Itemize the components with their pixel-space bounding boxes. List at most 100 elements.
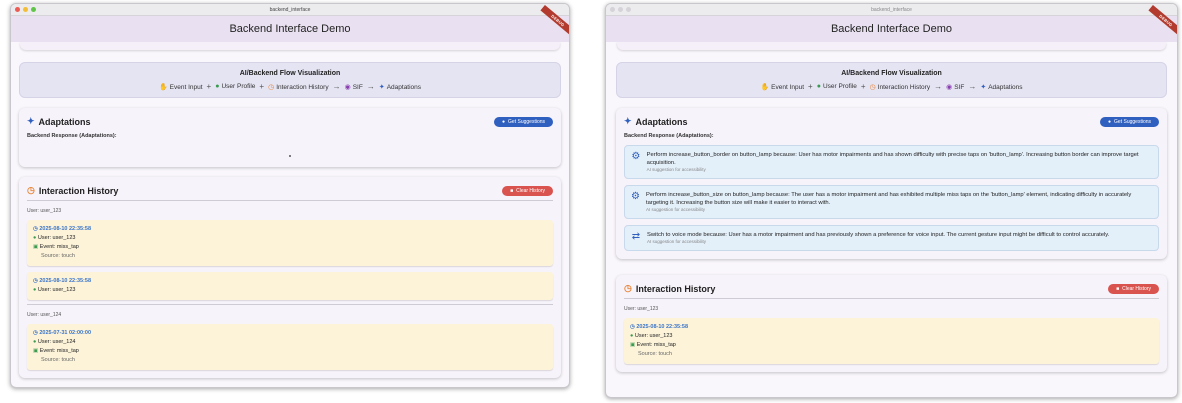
backend-response-label: Backend Response (Adaptations): <box>624 133 714 139</box>
flow-step: Interaction History <box>877 83 931 91</box>
adaptations-card: ✦ Adaptations ● Get Suggestions Backend Re… <box>19 108 561 167</box>
trash-icon: ■ <box>1116 285 1120 292</box>
person-icon: ● <box>215 83 220 90</box>
minimize-window-icon[interactable] <box>618 7 623 12</box>
suggestion-item[interactable]: ⚙ Perform increase_button_size on button… <box>624 185 1159 219</box>
close-window-icon[interactable] <box>610 7 615 12</box>
window-title: backend_interface <box>269 7 311 13</box>
card-edge <box>617 42 1166 50</box>
event-input-icon: ✋ <box>760 83 770 91</box>
flow-step: User Profile <box>822 83 857 90</box>
window-titlebar: backend_interface <box>606 4 1177 16</box>
event-icon: ▣ <box>33 244 40 250</box>
maximize-window-icon[interactable] <box>31 7 36 12</box>
user-group-label: User: user_124 <box>27 312 62 318</box>
clear-history-button[interactable]: ■ Clear History <box>502 185 553 196</box>
plus-icon: + <box>808 82 813 91</box>
event-source: Source: touch <box>41 253 75 259</box>
event-timestamp: 2025-08-10 22:35:58 <box>39 226 92 232</box>
sparkle-icon: ✦ <box>27 116 35 126</box>
adaptations-title: Adaptations <box>38 116 91 127</box>
event-icon: ▣ <box>630 342 637 348</box>
history-title: Interaction History <box>38 185 119 196</box>
lightbulb-icon: ● <box>502 118 506 125</box>
get-suggestions-button[interactable]: ● Get Suggestions <box>1100 116 1159 127</box>
robot-icon: ◉ <box>946 83 953 91</box>
event-input-icon: ✋ <box>158 83 168 91</box>
flow-step: Interaction History <box>276 83 329 91</box>
flow-title: AI/Backend Flow Visualization <box>239 70 341 77</box>
app-bar: Backend Interface Demo DEBUG <box>11 4 569 42</box>
robot-icon: ◉ <box>344 83 351 91</box>
plus-icon: + <box>860 82 866 91</box>
scroll-content[interactable]: AI/Backend Flow Visualization ✋ Event Inp… <box>606 42 1177 397</box>
history-card: ◷ Interaction History ■ Clear History User… <box>616 275 1167 372</box>
divider <box>27 304 553 305</box>
swap-icon: ⇄ <box>631 231 641 242</box>
maximize-window-icon[interactable] <box>626 7 631 12</box>
flow-visualization: AI/Backend Flow Visualization ✋ Event Inp… <box>616 62 1167 98</box>
history-event[interactable]: ◷ 2025-07-31 02:00:00 ● User: user_124 ▣… <box>27 324 553 370</box>
plus-icon: + <box>206 82 212 91</box>
flow-steps: ✋ Event Input + ● User Profile + ◷ Interact… <box>621 82 1162 91</box>
arrow-right-icon: → <box>366 82 375 91</box>
sparkle-icon: ✦ <box>980 83 987 91</box>
minimize-window-icon[interactable] <box>23 7 28 12</box>
get-suggestions-button[interactable]: ● Get Suggestions <box>494 116 553 127</box>
history-icon: ◷ <box>624 283 632 293</box>
trash-icon: ■ <box>510 187 514 194</box>
event-user: User: user_123 <box>37 235 76 241</box>
gear-icon: ⚙ <box>631 151 641 162</box>
clear-history-button[interactable]: ■ Clear History <box>1108 283 1159 294</box>
flow-step: User Profile <box>221 83 256 90</box>
suggestion-item[interactable]: ⇄ Switch to voice mode because: User has… <box>624 225 1159 251</box>
app-window-right: backend_interface Backend Interface Demo… <box>605 3 1178 398</box>
flow-step: SIF <box>954 83 965 91</box>
event-timestamp: 2025-08-10 22:35:58 <box>39 278 92 284</box>
card-edge <box>20 42 560 50</box>
event-user: User: user_123 <box>634 333 673 339</box>
scroll-content[interactable]: AI/Backend Flow Visualization ✋ Event Inp… <box>11 42 569 387</box>
history-event[interactable]: ◷ 2025-08-10 22:35:58 ● User: user_123 ▣… <box>27 220 553 266</box>
suggestion-hint: AI suggestion for accessibility <box>646 167 706 172</box>
suggestion-text: Perform increase_button_size on button_l… <box>645 192 1132 206</box>
flow-step: SIF <box>352 83 363 91</box>
history-event[interactable]: ◷ 2025-08-10 22:35:58 ● User: user_123 <box>27 272 553 300</box>
flow-step: Adaptations <box>386 83 422 91</box>
divider <box>624 298 1159 299</box>
suggestion-text: Switch to voice mode because: User has a… <box>647 232 1110 238</box>
suggestion-item[interactable]: ⚙ Perform increase_button_border on butt… <box>624 145 1159 179</box>
history-event[interactable]: ◷ 2025-08-10 22:35:58 ● User: user_123 ▣… <box>624 318 1159 364</box>
suggestion-text: Perform increase_button_border on button… <box>646 152 1139 166</box>
adaptations-card: ✦ Adaptations ● Get Suggestions Backend Re… <box>616 108 1167 259</box>
person-icon: ● <box>816 83 821 90</box>
app-title: Backend Interface Demo <box>229 23 351 35</box>
arrow-right-icon: → <box>332 82 341 91</box>
user-group-label: User: user_123 <box>27 208 62 214</box>
event-type: Event: miss_tap <box>636 342 676 348</box>
history-icon: ◷ <box>869 83 876 91</box>
flow-visualization: AI/Backend Flow Visualization ✋ Event Inp… <box>19 62 561 98</box>
event-icon: ▣ <box>33 348 40 354</box>
flow-step: Event Input <box>771 83 805 91</box>
event-type: Event: miss_tap <box>39 348 79 354</box>
app-title: Backend Interface Demo <box>830 23 953 35</box>
lightbulb-icon: ● <box>1108 118 1112 125</box>
gear-icon: ⚙ <box>631 191 640 202</box>
history-icon: ◷ <box>27 185 35 195</box>
event-user: User: user_124 <box>37 339 76 345</box>
close-window-icon[interactable] <box>15 7 20 12</box>
suggestion-hint: AI suggestion for accessibility <box>647 239 707 244</box>
backend-response-label: Backend Response (Adaptations): <box>27 133 117 139</box>
event-timestamp: 2025-08-10 22:35:58 <box>636 324 689 330</box>
suggestion-hint: AI suggestion for accessibility <box>645 207 705 212</box>
plus-icon: + <box>259 82 265 91</box>
flow-title: AI/Backend Flow Visualization <box>841 70 942 77</box>
arrow-right-icon: → <box>934 82 943 91</box>
history-title: Interaction History <box>635 283 716 294</box>
flow-steps: ✋ Event Input + ● User Profile + ◷ Interact… <box>24 82 556 91</box>
adaptations-title: Adaptations <box>635 116 688 127</box>
flow-step: Event Input <box>169 83 203 91</box>
window-titlebar: backend_interface <box>11 4 569 16</box>
history-icon: ◷ <box>268 83 275 91</box>
